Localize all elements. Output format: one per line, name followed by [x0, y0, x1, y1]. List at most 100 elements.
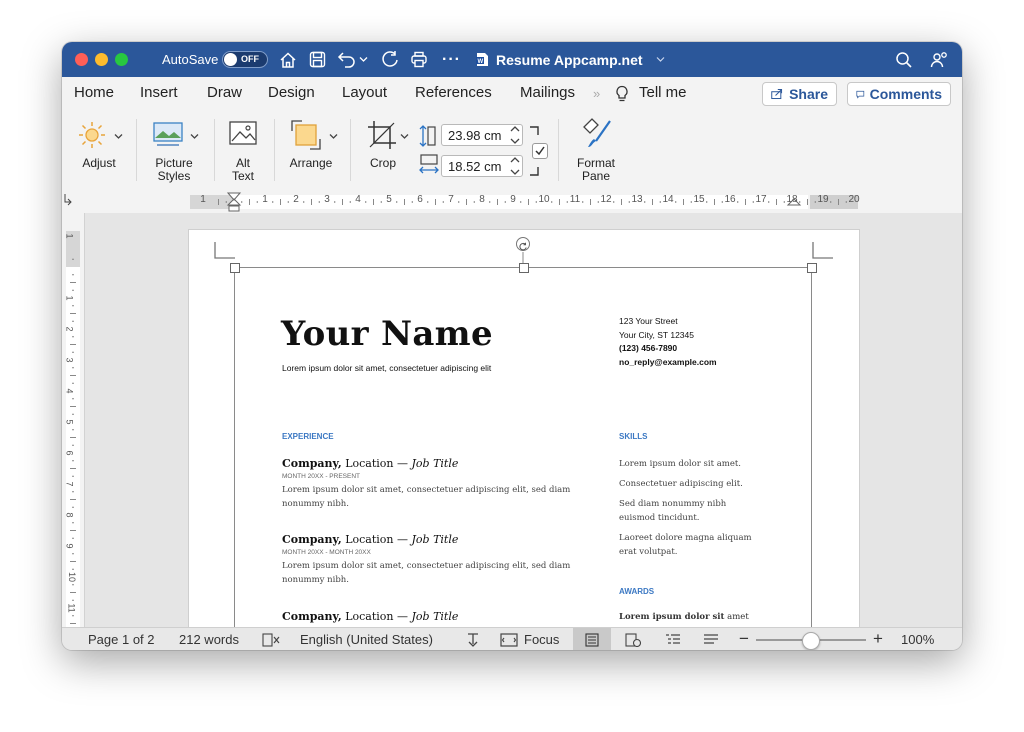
ruler-number: 9 — [64, 543, 75, 549]
title-chevron-down-icon[interactable] — [656, 56, 665, 63]
tab-layout[interactable]: Layout — [342, 84, 387, 101]
close-window-button[interactable] — [75, 53, 88, 66]
width-icon — [419, 154, 439, 174]
ruler-number: 19 — [817, 194, 829, 205]
ruler-number: 13 — [631, 194, 643, 205]
height-stepper-icon[interactable] — [509, 123, 521, 147]
status-bar: Page 1 of 2 212 words English (United St… — [62, 627, 962, 650]
zoom-out-button[interactable]: − — [739, 629, 749, 649]
maximize-window-button[interactable] — [115, 53, 128, 66]
alt-text-button[interactable]: Alt Text — [220, 113, 266, 187]
alt-text-icon — [229, 121, 257, 145]
format-pane-button[interactable]: Format Pane — [566, 113, 626, 187]
minimize-window-button[interactable] — [95, 53, 108, 66]
focus-label[interactable]: Focus — [524, 632, 559, 647]
contact-block: 123 Your Street Your City, ST 12345 (123… — [619, 315, 717, 369]
crop-label: Crop — [369, 156, 396, 170]
experience-heading: EXPERIENCE — [282, 432, 334, 441]
adjust-label: Adjust — [82, 156, 116, 170]
resume-name: Your Name — [281, 314, 493, 354]
ruler-number: 10 — [538, 194, 550, 205]
ribbon-toolbar: Adjust Picture Styles Alt Text Arrange C… — [62, 111, 962, 192]
ruler-number: 1 — [64, 295, 75, 301]
vertical-ruler[interactable]: 1 1 2 3 4 5 6 7 8 9 10 11 — [62, 213, 85, 627]
redo-icon[interactable] — [380, 50, 400, 69]
horizontal-ruler[interactable]: 1 1 2 3 4 5 6 7 8 9 10 11 12 13 14 15 16 17 18 19 20 — [62, 191, 962, 214]
focus-icon[interactable] — [500, 633, 518, 647]
ruler-number: 5 — [64, 419, 75, 425]
autosave-toggle[interactable]: OFF — [222, 51, 268, 68]
document-page[interactable]: Your Name Lorem ipsum dolor sit amet, co… — [189, 230, 859, 627]
resize-handle-top-right[interactable] — [807, 263, 817, 273]
search-icon[interactable] — [895, 51, 913, 69]
web-layout-icon[interactable] — [625, 633, 641, 647]
picture-styles-button[interactable]: Picture Styles — [142, 113, 206, 187]
text-direction-icon[interactable] — [465, 632, 481, 648]
undo-dropdown-icon[interactable] — [359, 56, 368, 63]
job-entry: Company, Location — Job Title — [282, 610, 459, 623]
ribbon-divider — [350, 119, 351, 181]
width-stepper-icon[interactable] — [509, 154, 521, 178]
share-people-icon[interactable] — [930, 50, 950, 70]
language-status[interactable]: English (United States) — [300, 632, 433, 647]
tab-references[interactable]: References — [415, 84, 492, 101]
document-canvas[interactable]: Your Name Lorem ipsum dolor sit amet, co… — [85, 213, 962, 627]
resize-handle-top-left[interactable] — [230, 263, 240, 273]
ruler-number: 1 — [64, 233, 75, 239]
skill-item: erat volutpat. — [619, 547, 678, 557]
tab-home[interactable]: Home — [74, 84, 114, 101]
ruler-number: 6 — [64, 450, 75, 456]
email: no_reply@example.com — [619, 356, 717, 367]
save-icon[interactable] — [309, 51, 326, 68]
comments-button[interactable]: Comments — [847, 82, 951, 106]
adjust-dropdown-icon — [114, 134, 123, 139]
award-item: Lorem ipsum dolor sit amet — [619, 612, 749, 622]
share-button[interactable]: Share — [762, 82, 837, 106]
crop-button[interactable]: Crop — [356, 113, 410, 187]
tab-draw[interactable]: Draw — [207, 84, 242, 101]
zoom-level[interactable]: 100% — [901, 632, 934, 647]
ruler-number: 8 — [479, 194, 485, 205]
zoom-in-button[interactable]: + — [873, 629, 883, 649]
skill-item: Laoreet dolore magna aliquam — [619, 533, 752, 543]
resume-tagline: Lorem ipsum dolor sit amet, consectetuer… — [282, 363, 492, 373]
more-icon[interactable]: ··· — [442, 42, 461, 77]
ruler-number: 15 — [693, 194, 705, 205]
share-icon — [771, 88, 783, 100]
page-count[interactable]: Page 1 of 2 — [88, 632, 155, 647]
print-layout-view-button[interactable] — [573, 628, 611, 650]
ruler-number: 5 — [386, 194, 392, 205]
undo-icon[interactable] — [337, 50, 357, 69]
outline-view-icon[interactable] — [665, 633, 681, 647]
resize-handle-top[interactable] — [519, 263, 529, 273]
ribbon-divider — [136, 119, 137, 181]
proofing-icon[interactable] — [262, 633, 280, 647]
tab-tell-me[interactable]: Tell me — [639, 84, 687, 101]
arrange-button[interactable]: Arrange — [280, 113, 342, 187]
zoom-slider-thumb[interactable] — [802, 632, 820, 650]
format-pane-label: Format Pane — [576, 156, 615, 183]
tab-insert[interactable]: Insert — [140, 84, 178, 101]
word-count[interactable]: 212 words — [179, 632, 239, 647]
ribbon-divider — [274, 119, 275, 181]
document-title[interactable]: Resume Appcamp.net — [496, 42, 643, 77]
print-icon[interactable] — [410, 51, 428, 68]
ruler-number: 4 — [64, 388, 75, 394]
ruler-number: 1 — [200, 194, 206, 205]
adjust-button[interactable]: Adjust — [70, 113, 128, 187]
ruler-number: 9 — [510, 194, 516, 205]
ruler-number: 2 — [293, 194, 299, 205]
shape-width-value: 18.52 cm — [448, 158, 502, 174]
lock-aspect-ratio-checkbox[interactable] — [532, 143, 548, 159]
ruler-number: 7 — [448, 194, 454, 205]
overflow-chevron-icon[interactable]: » — [593, 86, 600, 101]
ruler-number: 7 — [64, 481, 75, 487]
word-window: AutoSave OFF ··· W Resume Appcamp.net Ho… — [62, 42, 962, 650]
tab-design[interactable]: Design — [268, 84, 315, 101]
draft-view-icon[interactable] — [703, 633, 719, 647]
word-doc-icon: W — [476, 53, 488, 66]
rotate-handle-icon[interactable] — [516, 237, 530, 251]
svg-text:W: W — [478, 59, 484, 65]
tab-mailings[interactable]: Mailings — [520, 84, 575, 101]
home-icon[interactable] — [279, 51, 297, 69]
